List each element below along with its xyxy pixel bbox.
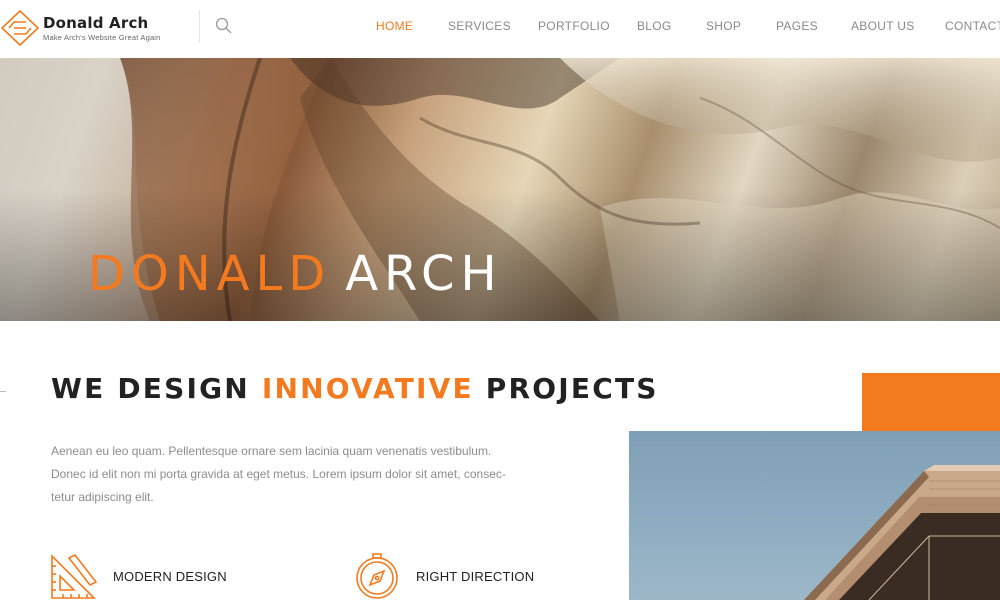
main-nav: HOME SERVICES PORTFOLIO BLOG SHOP PAGES … <box>0 19 1000 35</box>
nav-item-about-us[interactable]: ABOUT US <box>851 19 915 33</box>
hero-banner: DONALD ARCH <box>0 58 1000 321</box>
side-marker <box>0 391 6 392</box>
ruler-pencil-icon <box>51 553 97 599</box>
feature-label: MODERN DESIGN <box>113 568 227 584</box>
nav-item-home[interactable]: HOME <box>376 19 413 33</box>
accent-block <box>862 373 1000 431</box>
nav-item-blog[interactable]: BLOG <box>637 19 672 33</box>
heading-start: WE DESIGN <box>51 372 250 405</box>
nav-item-pages[interactable]: PAGES <box>776 19 818 33</box>
site-header: Donald Arch Make Arch's Website Great Ag… <box>0 0 1000 58</box>
intro-paragraph: Aenean eu leo quam. Pellentesque ornare … <box>51 440 531 509</box>
section-heading: WE DESIGN INNOVATIVE PROJECTS <box>51 372 659 405</box>
hero-title-rest: ARCH <box>345 246 503 302</box>
nav-item-portfolio[interactable]: PORTFOLIO <box>538 19 610 33</box>
nav-item-services[interactable]: SERVICES <box>448 19 511 33</box>
nav-item-shop[interactable]: SHOP <box>706 19 741 33</box>
intro-line: Aenean eu leo quam. Pellentesque ornare … <box>51 444 492 458</box>
heading-end: PROJECTS <box>485 372 659 405</box>
feature-modern-design: MODERN DESIGN <box>49 552 227 600</box>
hero-title: DONALD ARCH <box>88 246 503 302</box>
nav-item-contact[interactable]: CONTACT <box>945 19 1000 33</box>
intro-line: tetur adipiscing elit. <box>51 490 154 504</box>
building-image <box>629 431 1000 600</box>
feature-right-direction: RIGHT DIRECTION <box>353 552 534 600</box>
heading-accent: INNOVATIVE <box>261 372 474 405</box>
hero-title-accent: DONALD <box>88 246 332 302</box>
compass-icon <box>356 553 398 599</box>
intro-line: Donec id elit non mi porta gravida at eg… <box>51 467 506 481</box>
feature-label: RIGHT DIRECTION <box>416 568 535 584</box>
building-illustration <box>804 465 1000 600</box>
